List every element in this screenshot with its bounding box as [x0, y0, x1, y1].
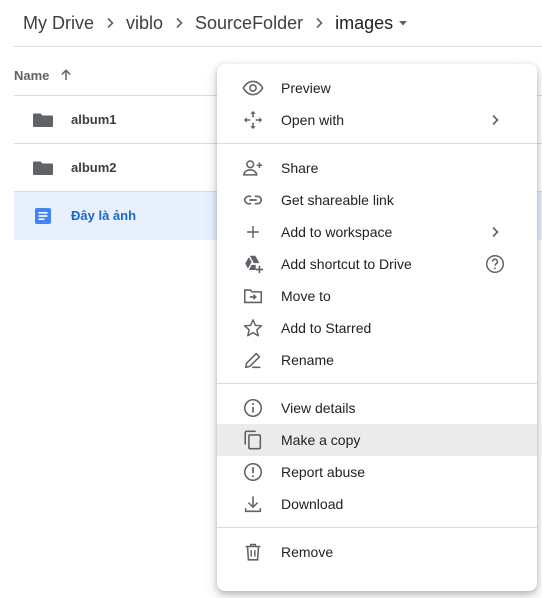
breadcrumb-current-label: images: [335, 12, 394, 33]
menu-separator: [217, 527, 537, 528]
menu-item-view-details[interactable]: View details: [217, 392, 537, 424]
sort-arrow-up-icon[interactable]: [59, 68, 73, 82]
menu-item-preview[interactable]: Preview: [217, 72, 537, 104]
folder-icon: [32, 157, 54, 179]
file-name: album1: [71, 112, 117, 127]
menu-item-remove[interactable]: Remove: [217, 536, 537, 568]
menu-item-label: Open with: [281, 112, 345, 128]
google-docs-icon: [32, 205, 54, 227]
move-to-folder-icon: [241, 284, 265, 308]
menu-item-get-shareable-link[interactable]: Get shareable link: [217, 184, 537, 216]
file-name: album2: [71, 160, 117, 175]
chevron-right-icon: [103, 17, 117, 29]
menu-item-label: View details: [281, 400, 356, 416]
copy-icon: [241, 428, 265, 452]
plus-icon: [241, 220, 265, 244]
link-icon: [241, 188, 265, 212]
menu-item-open-with[interactable]: Open with: [217, 104, 537, 136]
person-add-icon: [241, 156, 265, 180]
drive-shortcut-icon: [241, 252, 265, 276]
menu-item-label: Add to workspace: [281, 224, 393, 240]
menu-item-label: Remove: [281, 544, 334, 560]
info-icon: [241, 396, 265, 420]
open-with-icon: [241, 108, 265, 132]
menu-item-label: Add shortcut to Drive: [281, 256, 412, 272]
menu-item-label: Make a copy: [281, 432, 361, 448]
breadcrumb-current-folder[interactable]: images: [326, 9, 420, 38]
name-column-header[interactable]: Name: [14, 64, 73, 86]
chevron-right-icon: [489, 226, 501, 238]
trash-icon: [241, 540, 265, 564]
name-column-label: Name: [14, 67, 50, 83]
chevron-right-icon: [312, 17, 326, 29]
menu-separator: [217, 143, 537, 144]
menu-item-add-to-starred[interactable]: Add to Starred: [217, 312, 537, 344]
menu-item-label: Get shareable link: [281, 192, 394, 208]
help-icon[interactable]: [483, 252, 507, 276]
star-icon: [241, 316, 265, 340]
menu-item-label: Download: [281, 496, 344, 512]
chevron-right-icon: [489, 114, 501, 126]
menu-item-add-shortcut-to-drive[interactable]: Add shortcut to Drive: [217, 248, 537, 280]
menu-item-label: Rename: [281, 352, 334, 368]
context-menu: Preview Open with Share Get shareable li…: [217, 64, 537, 591]
breadcrumb-sourcefolder[interactable]: SourceFolder: [186, 9, 312, 38]
pencil-icon: [241, 348, 265, 372]
menu-item-label: Preview: [281, 80, 331, 96]
menu-item-share[interactable]: Share: [217, 152, 537, 184]
menu-item-rename[interactable]: Rename: [217, 344, 537, 376]
top-divider: [14, 46, 542, 47]
file-name: Đây là ảnh: [71, 208, 137, 223]
menu-item-download[interactable]: Download: [217, 488, 537, 520]
folder-icon: [32, 109, 54, 131]
caret-down-icon: [399, 21, 408, 26]
breadcrumb: My Drive viblo SourceFolder images: [14, 0, 420, 46]
menu-item-make-a-copy[interactable]: Make a copy: [217, 424, 537, 456]
download-icon: [241, 492, 265, 516]
menu-item-add-to-workspace[interactable]: Add to workspace: [217, 216, 537, 248]
breadcrumb-viblo[interactable]: viblo: [117, 9, 172, 38]
menu-item-label: Add to Starred: [281, 320, 372, 336]
report-icon: [241, 460, 265, 484]
menu-item-move-to[interactable]: Move to: [217, 280, 537, 312]
breadcrumb-my-drive[interactable]: My Drive: [14, 9, 103, 38]
menu-separator: [217, 383, 537, 384]
chevron-right-icon: [172, 17, 186, 29]
menu-item-label: Share: [281, 160, 319, 176]
eye-icon: [241, 76, 265, 100]
menu-item-label: Move to: [281, 288, 331, 304]
menu-item-label: Report abuse: [281, 464, 366, 480]
menu-item-report-abuse[interactable]: Report abuse: [217, 456, 537, 488]
